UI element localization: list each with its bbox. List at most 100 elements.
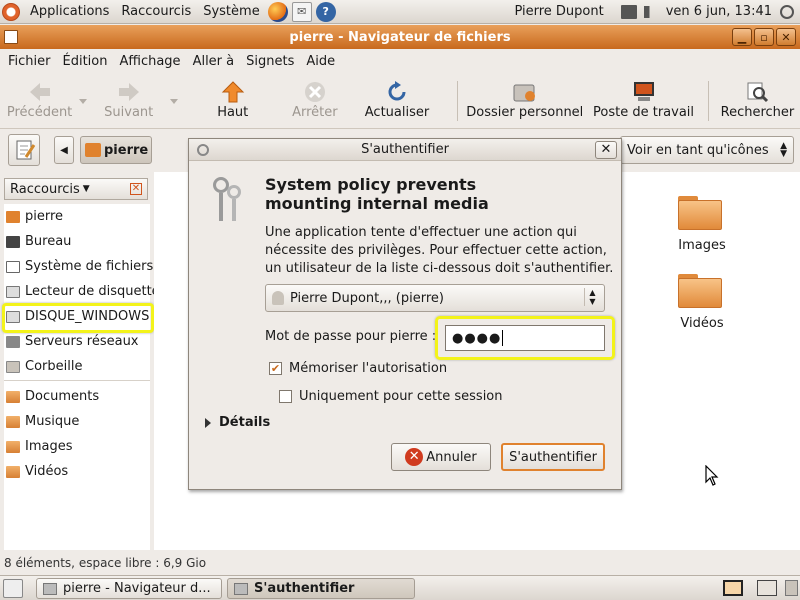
file-manager-icon	[43, 582, 57, 595]
places-list: pierre Bureau Système de fichiers Lecteu…	[4, 204, 160, 550]
sidebar-item-trash[interactable]: Corbeille	[4, 354, 82, 379]
shortcuts-menu[interactable]: Raccourcis	[115, 0, 197, 24]
trash-applet-icon[interactable]	[785, 580, 798, 596]
sidebar-item-music[interactable]: Musique	[4, 409, 79, 434]
password-label: Mot de passe pour pierre :	[265, 329, 437, 344]
dialog-titlebar[interactable]: S'authentifier ✕	[189, 139, 621, 161]
dialog-heading: System policy prevents mounting internal…	[265, 175, 489, 213]
firefox-icon[interactable]	[267, 1, 288, 22]
menu-help[interactable]: Aide	[300, 54, 341, 69]
workspace-1[interactable]	[723, 580, 743, 596]
menu-go[interactable]: Aller à	[187, 54, 241, 69]
mail-icon[interactable]: ✉	[291, 1, 312, 22]
forward-history-dropdown[interactable]	[170, 99, 179, 104]
up-arrow-icon	[221, 81, 244, 103]
user-select[interactable]: Pierre Dupont,,, (pierre) ▲ ▼	[265, 284, 605, 312]
view-mode-select[interactable]: Voir en tant qu'icônes ▲ ▼	[620, 136, 794, 164]
task-file-browser[interactable]: pierre - Navigateur d...	[36, 578, 222, 599]
spin-arrows-icon: ▲ ▼	[584, 288, 600, 306]
spin-arrows-icon: ▲ ▼	[780, 141, 787, 159]
folder-videos-label[interactable]: Vidéos	[662, 316, 742, 331]
edit-location-icon	[16, 140, 36, 160]
remember-checkbox[interactable]: ✔ Mémoriser l'autorisation	[269, 361, 447, 376]
back-button[interactable]: Précédent	[0, 73, 79, 129]
window-menu-icon[interactable]	[4, 30, 18, 44]
dialog-description: Une application tente d'effectuer une ac…	[265, 225, 614, 276]
home-button[interactable]: Dossier personnel	[464, 73, 585, 129]
folder-videos-icon[interactable]	[678, 272, 722, 308]
network-tray-icon[interactable]	[620, 4, 637, 19]
sidebar-item-images[interactable]: Images	[4, 434, 73, 459]
folder-icon	[6, 440, 20, 453]
sidebar-item-floppy[interactable]: Lecteur de disquette	[4, 279, 160, 304]
dialog-close-button[interactable]: ✕	[595, 141, 617, 159]
sidebar-item-videos[interactable]: Vidéos	[4, 459, 68, 484]
home-folder-icon	[513, 84, 535, 102]
auth-dialog: S'authentifier ✕ System policy prevents …	[188, 138, 622, 490]
menu-view[interactable]: Affichage	[113, 54, 186, 69]
sidebar-separator	[4, 380, 150, 381]
minimize-button[interactable]: ▁	[732, 28, 752, 46]
menu-bookmarks[interactable]: Signets	[240, 54, 300, 69]
workspace-2[interactable]	[757, 580, 777, 596]
computer-button[interactable]: Poste de travail	[585, 73, 702, 129]
volume-icon[interactable]	[643, 5, 658, 18]
keys-icon	[207, 177, 247, 223]
filesystem-icon	[6, 260, 20, 273]
close-window-button[interactable]: ✕	[776, 28, 796, 46]
power-icon[interactable]	[780, 4, 794, 19]
folder-icon	[6, 390, 20, 403]
system-menu[interactable]: Système	[197, 0, 265, 24]
sidebar-item-pierre[interactable]: pierre	[4, 204, 63, 229]
search-button[interactable]: Rechercher	[715, 73, 800, 129]
checkbox-unchecked-icon	[279, 390, 292, 403]
help-icon[interactable]: ?	[315, 1, 336, 22]
folder-images-icon[interactable]	[678, 194, 722, 230]
trash-icon	[6, 360, 20, 373]
sidebar-item-bureau[interactable]: Bureau	[4, 229, 71, 254]
sidebar: Raccourcis ▼ ✕ pierre Bureau Système de f…	[0, 172, 160, 550]
folder-images-label[interactable]: Images	[662, 238, 742, 253]
panel-clock[interactable]: ven 6 jun, 13:41	[662, 4, 780, 19]
computer-icon	[633, 82, 654, 101]
stop-icon	[304, 82, 325, 102]
home-folder-icon	[6, 210, 20, 223]
menu-file[interactable]: Fichier	[2, 54, 57, 69]
task-authenticate[interactable]: S'authentifier	[227, 578, 415, 599]
sidebar-item-documents[interactable]: Documents	[4, 384, 99, 409]
session-only-checkbox[interactable]: Uniquement pour cette session	[279, 389, 503, 404]
applications-menu[interactable]: Applications	[24, 0, 115, 24]
folder-icon	[6, 415, 20, 428]
maximize-button[interactable]: ▫	[754, 28, 774, 46]
checkbox-checked-icon: ✔	[269, 362, 282, 375]
forward-button[interactable]: Suivant	[87, 73, 170, 129]
drive-highlight-annotation	[2, 303, 154, 333]
close-sidebar-icon[interactable]: ✕	[130, 183, 142, 195]
expander-arrow-icon	[205, 417, 211, 428]
authenticate-button[interactable]: S'authentifier	[501, 443, 605, 471]
window-titlebar[interactable]: pierre - Navigateur de fichiers ▁ ▫ ✕	[0, 25, 800, 49]
reload-icon	[388, 81, 406, 101]
panel-user-name[interactable]: Pierre Dupont	[500, 4, 617, 19]
cancel-button[interactable]: ✕ Annuler	[391, 443, 491, 471]
back-history-dropdown[interactable]	[79, 99, 88, 104]
menu-edit[interactable]: Édition	[57, 54, 114, 69]
stop-button[interactable]: Arrêter	[287, 73, 342, 129]
ubuntu-logo-icon[interactable]	[2, 2, 20, 21]
person-icon	[272, 291, 284, 305]
home-folder-icon	[85, 143, 101, 157]
toggle-location-entry-button[interactable]	[8, 134, 40, 166]
reload-button[interactable]: Actualiser	[343, 73, 452, 129]
key-icon	[234, 582, 248, 595]
window-title: pierre - Navigateur de fichiers	[289, 29, 511, 45]
sidebar-type-selector[interactable]: Raccourcis ▼ ✕	[4, 178, 148, 200]
show-desktop-button[interactable]	[3, 579, 23, 598]
network-icon	[6, 335, 20, 348]
search-icon	[747, 82, 769, 103]
breadcrumb-pierre[interactable]: pierre	[80, 136, 152, 164]
details-expander[interactable]: Détails	[205, 415, 270, 430]
sidebar-item-filesystem[interactable]: Système de fichiers	[4, 254, 153, 279]
up-button[interactable]: Haut	[178, 73, 287, 129]
password-highlight-annotation	[435, 316, 615, 360]
crumb-scroll-left-button[interactable]: ◀	[54, 136, 74, 164]
